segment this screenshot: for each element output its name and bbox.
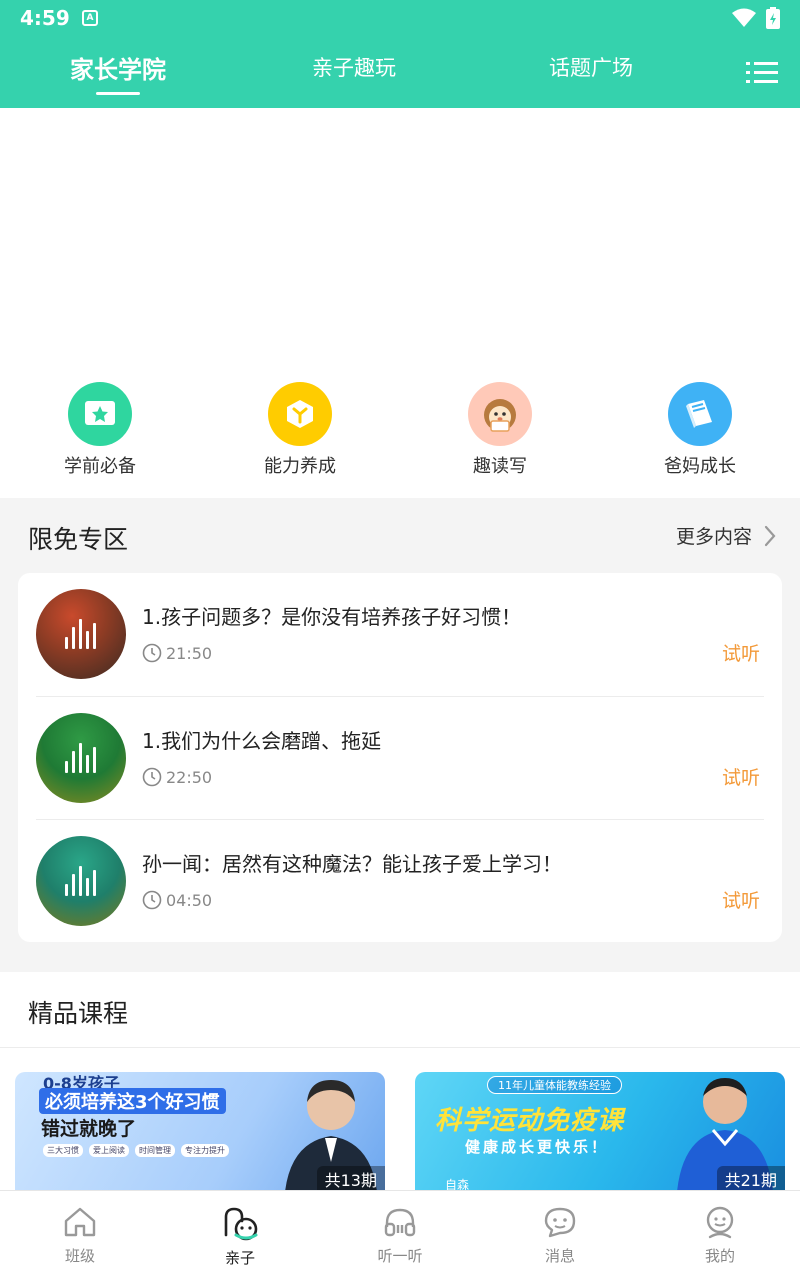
premium-section-header: 精品课程 (0, 972, 800, 1048)
course-headline: 科学运动免疫课 (435, 1106, 625, 1136)
status-time: 4:59 (20, 6, 70, 30)
book-icon (668, 382, 732, 446)
course-thumbnail (36, 713, 126, 803)
audio-bars-icon (65, 743, 96, 773)
episode-count: 共13期 (316, 1166, 385, 1190)
category-preschool[interactable]: 学前必备 (30, 382, 170, 478)
list-item[interactable]: 孙一闻：居然有这种魔法？能让孩子爱上学习！ 04:50 试听 (36, 819, 764, 942)
category-label: 学前必备 (64, 456, 136, 477)
nav-class[interactable]: 班级 (30, 1205, 130, 1266)
clock-icon (142, 890, 162, 910)
category-ability[interactable]: 能力养成 (230, 382, 370, 478)
menu-list-icon[interactable] (746, 59, 778, 87)
chevron-right-icon (764, 525, 776, 546)
nav-messages[interactable]: 消息 (510, 1205, 610, 1266)
category-reading[interactable]: 趣读写 (430, 382, 570, 478)
course-card[interactable]: 11年儿童体能教练经验 科学运动免疫课 健康成长更快乐！ 自森 共21期 (415, 1072, 785, 1190)
audio-bars-icon (65, 866, 96, 896)
item-duration: 21:50 (142, 643, 212, 663)
try-listen-button[interactable]: 试听 (722, 886, 760, 913)
section-title: 限免专区 (28, 525, 129, 554)
item-duration: 04:50 (142, 890, 212, 910)
nav-label: 班级 (64, 1247, 95, 1265)
nav-label: 我的 (704, 1247, 735, 1265)
star-card-icon (68, 382, 132, 446)
nav-parent-child[interactable]: 亲子 (190, 1205, 290, 1268)
status-bar: 4:59 A (0, 0, 800, 36)
banner-area[interactable] (0, 108, 800, 370)
list-item[interactable]: 1.孩子问题多？是你没有培养孩子好习惯！ 21:50 试听 (36, 573, 764, 696)
course-thumbnail (36, 589, 126, 679)
course-tag: 专注力提升 (181, 1144, 229, 1157)
try-listen-button[interactable]: 试听 (722, 763, 760, 790)
app-header: 4:59 A 家长学院 亲子趣玩 话题广场 (0, 0, 800, 108)
tab-parent-child-fun[interactable]: 亲子趣玩 (312, 52, 396, 82)
bottom-navigation: 班级 亲子 听一听 消息 我的 (0, 1190, 800, 1280)
duration-text: 21:50 (166, 643, 213, 663)
nav-profile[interactable]: 我的 (670, 1205, 770, 1266)
parent-child-icon (224, 1207, 258, 1241)
free-items-card: 1.孩子问题多？是你没有培养孩子好习惯！ 21:50 试听 1.我们为什么会磨蹭… (18, 573, 782, 942)
course-headline: 错过就晚了 (41, 1118, 137, 1140)
headphones-icon (384, 1208, 416, 1237)
wifi-icon (732, 8, 756, 27)
message-icon (544, 1207, 576, 1238)
episode-count: 共21期 (716, 1166, 785, 1190)
tab-parent-academy[interactable]: 家长学院 (70, 50, 166, 85)
hedgehog-icon (468, 382, 532, 446)
free-section-header: 限免专区 更多内容 (0, 498, 800, 573)
category-label: 趣读写 (473, 456, 527, 477)
notification-icon: A (82, 10, 98, 26)
item-duration: 22:50 (142, 767, 212, 787)
try-listen-button[interactable]: 试听 (722, 639, 760, 666)
clock-icon (142, 643, 162, 663)
more-label: 更多内容 (675, 526, 752, 548)
course-tag: 三大习惯 (43, 1144, 83, 1157)
category-label: 爸妈成长 (664, 456, 736, 477)
duration-text: 04:50 (166, 890, 213, 910)
course-badge: 11年儿童体能教练经验 (487, 1076, 622, 1094)
course-tag: 爱上阅读 (89, 1144, 129, 1157)
nav-label: 亲子 (224, 1249, 255, 1267)
category-parent-growth[interactable]: 爸妈成长 (630, 382, 770, 478)
section-title: 精品课程 (28, 999, 129, 1028)
more-content-link[interactable]: 更多内容 (676, 522, 776, 549)
course-presenter-name: 自森 (445, 1178, 470, 1190)
course-subheadline: 健康成长更快乐！ (465, 1138, 610, 1156)
course-tag: 时间管理 (135, 1144, 175, 1157)
item-title: 1.孩子问题多？是你没有培养孩子好习惯！ (142, 605, 522, 629)
nav-listen[interactable]: 听一听 (350, 1205, 450, 1266)
active-tab-indicator (96, 92, 140, 95)
category-label: 能力养成 (264, 456, 336, 477)
clock-icon (142, 767, 162, 787)
nav-label: 听一听 (377, 1247, 423, 1265)
profile-icon (706, 1206, 734, 1239)
nav-label: 消息 (544, 1247, 575, 1265)
list-item[interactable]: 1.我们为什么会磨蹭、拖延 22:50 试听 (36, 696, 764, 819)
item-title: 孙一闻：居然有这种魔法？能让孩子爱上学习！ (142, 852, 562, 876)
item-title: 1.我们为什么会磨蹭、拖延 (142, 729, 382, 753)
cube-icon (268, 382, 332, 446)
audio-bars-icon (65, 619, 96, 649)
course-tags: 三大习惯 爱上阅读 时间管理 专注力提升 (43, 1144, 229, 1157)
premium-course-list: 0-8岁孩子 必须培养这3个好习惯 错过就晚了 三大习惯 爱上阅读 时间管理 专… (0, 1048, 800, 1190)
category-grid: 学前必备 能力养成 趣读写 爸妈成长 (0, 370, 800, 498)
home-icon (64, 1207, 96, 1237)
duration-text: 22:50 (166, 767, 213, 787)
battery-icon (766, 7, 780, 29)
tab-topic-square[interactable]: 话题广场 (549, 52, 633, 82)
course-card[interactable]: 0-8岁孩子 必须培养这3个好习惯 错过就晚了 三大习惯 爱上阅读 时间管理 专… (15, 1072, 385, 1190)
course-headline: 必须培养这3个好习惯 (39, 1088, 226, 1114)
course-thumbnail (36, 836, 126, 926)
top-tabs: 家长学院 亲子趣玩 话题广场 (0, 44, 800, 104)
